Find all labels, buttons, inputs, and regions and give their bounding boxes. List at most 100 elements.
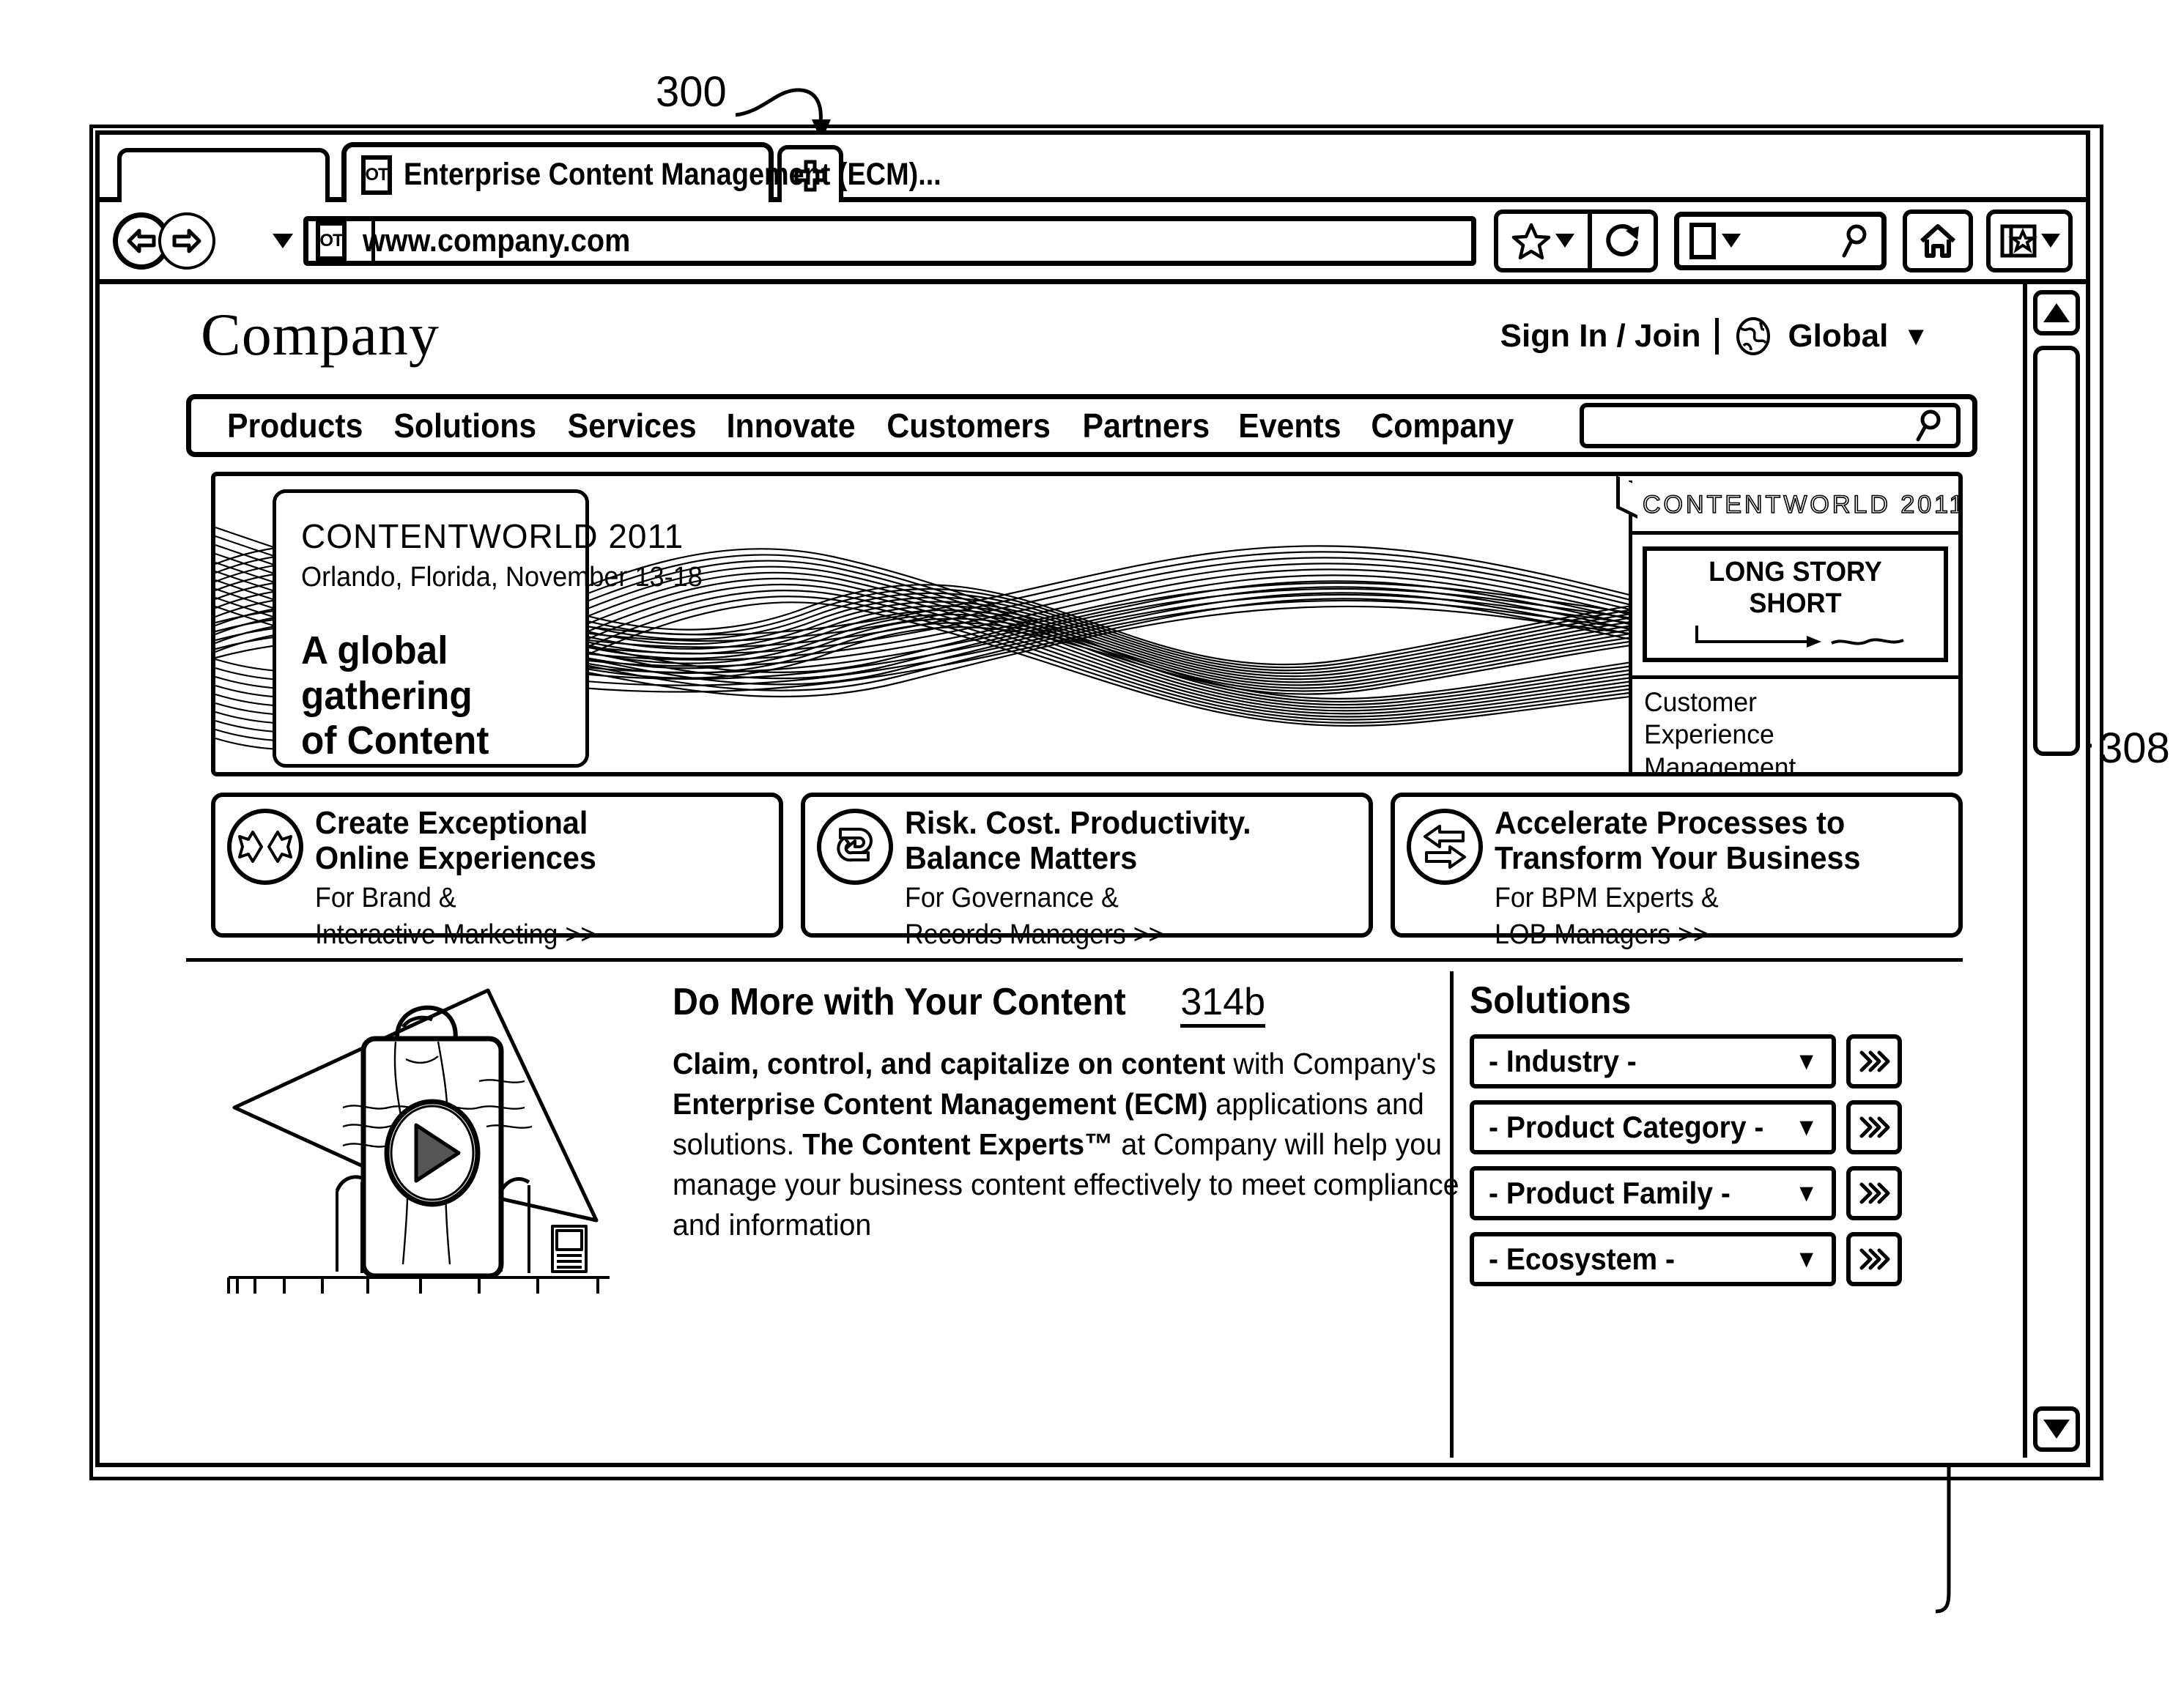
search-provider-box-icon[interactable] (1689, 222, 1716, 259)
nav-item-innovate[interactable]: Innovate (727, 406, 856, 445)
browser-window: OT Enterprise Content Management (ECM)..… (89, 125, 2103, 1480)
page-scrollbar[interactable] (2023, 284, 2086, 1458)
promo-card-online-experiences[interactable]: Create Exceptional Online Experiences Fo… (211, 793, 783, 950)
go-button-product-family[interactable] (1846, 1166, 1902, 1220)
paragraph-bold-2: Enterprise Content Management (ECM) (673, 1086, 1208, 1121)
nav-item-partners[interactable]: Partners (1082, 406, 1210, 445)
figure-ref-308: 308 (2099, 724, 2170, 772)
back-arrow-icon (127, 229, 156, 253)
scrollbar-thumb[interactable] (2033, 346, 2080, 756)
nav-item-solutions[interactable]: Solutions (394, 406, 537, 445)
cem-line1: Customer (1644, 687, 1757, 717)
chevron-down-icon[interactable]: ▼ (1795, 1245, 1818, 1274)
site-logo[interactable]: Company (201, 300, 440, 369)
history-dropdown-icon[interactable] (273, 233, 293, 248)
magnifier-icon (1842, 224, 1867, 257)
address-favicon-ot-icon: OT (316, 220, 347, 261)
favorites-dropdown-icon[interactable] (2041, 234, 2060, 248)
select-product-category[interactable]: - Product Category - ▼ (1470, 1100, 1836, 1154)
site-search-input[interactable] (1580, 403, 1961, 448)
solutions-column: Solutions - Industry - ▼ - Product Categ… (1450, 971, 1963, 1458)
search-provider-dropdown-icon[interactable] (1722, 234, 1741, 248)
forward-button[interactable] (158, 212, 215, 270)
magnifier-icon (1916, 409, 1941, 442)
promo-text: Accelerate Processes to Transform Your B… (1495, 805, 1884, 951)
solutions-row-industry: - Industry - ▼ (1470, 1034, 1963, 1088)
promo-card-balance-matters[interactable]: Risk. Cost. Productivity. Balance Matter… (801, 793, 1373, 950)
solutions-row-ecosystem: - Ecosystem - ▼ (1470, 1232, 1963, 1286)
cem-line3: Management (1644, 752, 1796, 776)
promo-sub-line2[interactable]: Records Managers >> (905, 919, 1251, 951)
section-divider (186, 958, 1963, 962)
paragraph-bold-1: Claim, control, and capitalize on conten… (673, 1047, 1226, 1080)
panel-promo-cell[interactable]: LONG STORY SHORT (1632, 546, 1958, 679)
content-heading: Do More with Your Content (673, 981, 1126, 1023)
hero-headline-line2: of Content Experts. (301, 719, 489, 772)
hero-headline: A global gathering of Content Experts. (301, 628, 550, 772)
account-divider (1715, 318, 1720, 355)
panel-item-cem[interactable]: Customer Experience Management (1632, 679, 1958, 776)
figure-ref-300: 300 (656, 68, 727, 116)
nav-item-customers[interactable]: Customers (887, 406, 1051, 445)
triangle-down-icon (2043, 1420, 2070, 1439)
video-thumbnail[interactable] (186, 971, 655, 1458)
chevron-down-icon[interactable]: ▼ (1795, 1179, 1818, 1208)
nav-item-events[interactable]: Events (1239, 406, 1341, 445)
go-button-ecosystem[interactable] (1846, 1232, 1902, 1286)
hero-subtitle: Orlando, Florida, November 13-18 (301, 562, 703, 593)
bookmark-dropdown-icon[interactable] (1555, 234, 1574, 248)
solutions-row-product-family: - Product Family - ▼ (1470, 1166, 1963, 1220)
promo-title-line2: Online Experiences (315, 840, 596, 877)
promo-sub-line1: For BPM Experts & (1495, 882, 1719, 913)
nav-item-company[interactable]: Company (1372, 406, 1514, 445)
promo-text: Create Exceptional Online Experiences Fo… (315, 805, 614, 951)
reload-icon (1606, 223, 1639, 256)
promo-card-accelerate-processes[interactable]: Accelerate Processes to Transform Your B… (1391, 793, 1963, 950)
figure-ref-314b: 314b (1180, 983, 1266, 1028)
promo-text: Risk. Cost. Productivity. Balance Matter… (905, 805, 1273, 951)
promo-sub-line2[interactable]: LOB Managers >> (1495, 919, 1861, 951)
tab-favicon-ot-icon: OT (361, 155, 392, 195)
home-button[interactable] (1903, 209, 1973, 272)
nav-item-services[interactable]: Services (568, 406, 697, 445)
select-ecosystem[interactable]: - Ecosystem - ▼ (1470, 1232, 1836, 1286)
select-industry[interactable]: - Industry - ▼ (1470, 1034, 1836, 1088)
go-button-industry[interactable] (1846, 1034, 1902, 1088)
web-page: Company Sign In / Join Global ▼ Products… (100, 284, 2023, 1458)
sign-in-join-link[interactable]: Sign In / Join (1500, 318, 1701, 355)
toolbar-search-field[interactable] (1674, 211, 1887, 270)
content-copy-column: Do More with Your Content 314b Claim, co… (673, 971, 1459, 1458)
scroll-down-button[interactable] (2033, 1406, 2080, 1452)
address-input[interactable]: www.company.com (363, 223, 630, 259)
address-bar[interactable]: OT www.company.com (303, 215, 1476, 266)
favorites-button[interactable] (1986, 209, 2073, 272)
globe-icon (1736, 317, 1771, 355)
active-tab[interactable]: OT Enterprise Content Management (ECM)..… (341, 142, 941, 202)
scroll-up-button[interactable] (2033, 290, 2080, 335)
chevrons-right-icon (1859, 1116, 1890, 1138)
account-bar: Sign In / Join Global ▼ (1500, 316, 1929, 356)
go-button-product-category[interactable] (1846, 1100, 1902, 1154)
long-story-short-box[interactable]: LONG STORY SHORT (1643, 546, 1948, 662)
chevrons-right-icon (1859, 1248, 1890, 1270)
promo-card-row: Create Exceptional Online Experiences Fo… (211, 793, 1963, 950)
chevron-down-icon[interactable]: ▼ (1795, 1047, 1818, 1076)
promo-title-line2: Transform Your Business (1495, 840, 1861, 877)
chevron-down-icon[interactable]: ▼ (1795, 1113, 1818, 1142)
content-heading-row: Do More with Your Content 314b (673, 980, 1432, 1028)
select-product-family[interactable]: - Product Family - ▼ (1470, 1166, 1836, 1220)
nav-item-products[interactable]: Products (227, 406, 363, 445)
reload-button[interactable] (1588, 209, 1658, 272)
background-tab[interactable] (117, 148, 330, 202)
hero-headline-line1: A global gathering (301, 628, 473, 718)
region-label[interactable]: Global (1788, 318, 1888, 355)
promo-sub-line2[interactable]: Interactive Marketing >> (315, 919, 596, 951)
hero-side-panel: CONTENTWORLD 2011 LONG STORY SHORT Custo… (1616, 476, 1958, 772)
long-story-short-label: LONG STORY SHORT (1709, 557, 1882, 619)
select-ecosystem-value: - Ecosystem - (1489, 1242, 1675, 1276)
video-illustration (227, 988, 610, 1294)
bookmark-button[interactable] (1494, 209, 1588, 272)
region-caret-icon[interactable]: ▼ (1903, 321, 1929, 352)
hero-card[interactable]: CONTENTWORLD 2011 Orlando, Florida, Nove… (273, 489, 703, 772)
home-icon (1920, 223, 1956, 258)
